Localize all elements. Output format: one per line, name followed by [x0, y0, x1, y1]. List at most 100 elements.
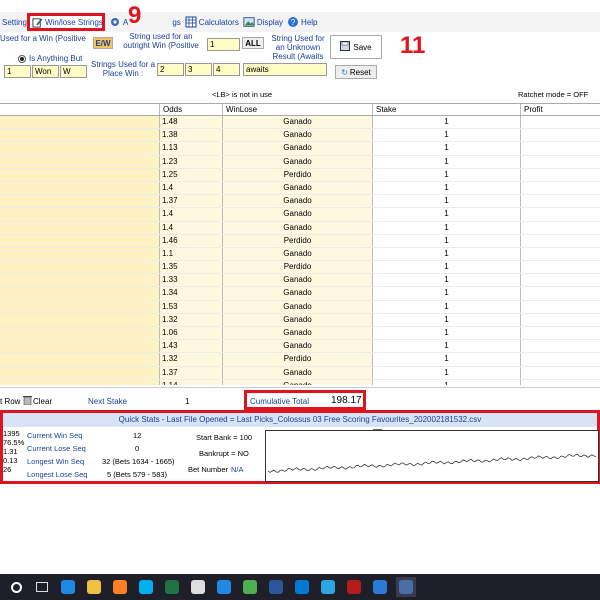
- cell-odds[interactable]: 1.34: [160, 287, 223, 300]
- table-row[interactable]: 1.38 Ganado 1: [0, 129, 600, 143]
- cell-winlose[interactable]: Ganado: [223, 327, 373, 340]
- cell-odds[interactable]: 1.38: [160, 129, 223, 142]
- cell-stake[interactable]: 1: [373, 129, 521, 142]
- table-row[interactable]: 1.53 Ganado 1: [0, 300, 600, 314]
- cell-winlose[interactable]: Ganado: [223, 142, 373, 155]
- cell-profit[interactable]: [521, 129, 600, 142]
- toolbar-display[interactable]: Display: [241, 13, 285, 31]
- cell-odds[interactable]: 1.35: [160, 261, 223, 274]
- table-row[interactable]: 1.37 Ganado 1: [0, 366, 600, 380]
- cell-stake[interactable]: 1: [373, 155, 521, 168]
- toolbar-settings2[interactable]: gs: [170, 13, 182, 31]
- win-field-a[interactable]: 1: [4, 65, 31, 78]
- place-field-3[interactable]: 4: [213, 63, 240, 76]
- cell-selection[interactable]: [0, 340, 160, 353]
- table-row[interactable]: 1.13 Ganado 1: [0, 142, 600, 156]
- cell-selection[interactable]: [0, 366, 160, 379]
- table-row[interactable]: 1.48 Ganado 1: [0, 116, 600, 130]
- outlook-icon[interactable]: [292, 577, 312, 597]
- cell-winlose[interactable]: Ganado: [223, 181, 373, 195]
- cell-odds[interactable]: 1.25: [160, 168, 223, 181]
- cell-selection[interactable]: [0, 181, 160, 195]
- word-icon[interactable]: [266, 577, 286, 597]
- cell-profit[interactable]: [521, 261, 600, 274]
- skype-icon[interactable]: [136, 577, 156, 597]
- win-field-b[interactable]: Won: [32, 65, 59, 78]
- cell-stake[interactable]: 1: [373, 195, 521, 208]
- cell-profit[interactable]: [521, 181, 600, 195]
- cell-selection[interactable]: [0, 142, 160, 155]
- cell-winlose[interactable]: Ganado: [223, 287, 373, 300]
- table-row[interactable]: 1.14Ganado1: [0, 379, 600, 385]
- cell-selection[interactable]: [0, 195, 160, 208]
- cell-profit[interactable]: [521, 247, 600, 261]
- cell-stake[interactable]: 1: [373, 300, 521, 313]
- cell-selection[interactable]: [0, 300, 160, 313]
- cell-winlose[interactable]: Ganado: [223, 300, 373, 313]
- insert-row-button[interactable]: t Row: [0, 397, 20, 406]
- toolbar-gear-item[interactable]: A: [107, 13, 130, 31]
- cell-profit[interactable]: [521, 168, 600, 181]
- excel-icon[interactable]: [162, 577, 182, 597]
- filezilla-icon[interactable]: [344, 577, 364, 597]
- cell-winlose[interactable]: Ganado: [223, 155, 373, 168]
- cell-winlose[interactable]: Ganado: [223, 221, 373, 234]
- cell-selection[interactable]: [0, 234, 160, 247]
- notepad-icon[interactable]: [188, 577, 208, 597]
- table-row[interactable]: 1.32 Ganado 1: [0, 313, 600, 327]
- cell-winlose[interactable]: Perdido: [223, 353, 373, 366]
- vscode-icon[interactable]: [370, 577, 390, 597]
- cell-stake[interactable]: 1: [373, 340, 521, 353]
- header-stake[interactable]: Stake: [373, 104, 521, 115]
- cell-winlose[interactable]: Perdido: [223, 168, 373, 181]
- cell-stake[interactable]: 1: [373, 234, 521, 247]
- cell-odds[interactable]: 1.37: [160, 366, 223, 379]
- table-row[interactable]: 1.25 Perdido 1: [0, 168, 600, 182]
- cell-winlose[interactable]: Perdido: [223, 261, 373, 274]
- table-row[interactable]: 1.43 Ganado 1: [0, 340, 600, 354]
- cell-stake[interactable]: 1: [373, 221, 521, 234]
- cell-selection[interactable]: [0, 353, 160, 366]
- cell-odds[interactable]: 1.53: [160, 300, 223, 313]
- cell-winlose[interactable]: Ganado: [223, 129, 373, 142]
- cell-odds[interactable]: 1.1: [160, 247, 223, 261]
- cell-profit[interactable]: [521, 353, 600, 366]
- place-field-1[interactable]: 2: [157, 63, 184, 76]
- table-row[interactable]: 1.4 Ganado 1: [0, 221, 600, 235]
- cell-selection[interactable]: [0, 116, 160, 129]
- header-profit[interactable]: Profit: [521, 104, 600, 115]
- cell-selection[interactable]: [0, 129, 160, 142]
- file-explorer-icon[interactable]: [84, 577, 104, 597]
- cell-odds[interactable]: 1.4: [160, 208, 223, 221]
- cell-winlose[interactable]: Ganado: [223, 208, 373, 221]
- cell-odds[interactable]: 1.13: [160, 142, 223, 155]
- cell-profit[interactable]: [521, 379, 600, 385]
- cell-winlose[interactable]: Ganado: [223, 274, 373, 287]
- cell-profit[interactable]: [521, 208, 600, 221]
- cell-odds[interactable]: 1.14: [160, 379, 223, 385]
- outright-win-field[interactable]: 1: [207, 38, 240, 51]
- cell-selection[interactable]: [0, 274, 160, 287]
- cell-stake[interactable]: 1: [373, 379, 521, 385]
- toolbar-help[interactable]: ? Help: [285, 13, 319, 31]
- cell-winlose[interactable]: Ganado: [223, 195, 373, 208]
- cell-profit[interactable]: [521, 366, 600, 379]
- ew-button[interactable]: E/W: [93, 37, 113, 49]
- cell-winlose[interactable]: Ganado: [223, 366, 373, 379]
- cell-selection[interactable]: [0, 168, 160, 181]
- cell-winlose[interactable]: Ganado: [223, 247, 373, 261]
- cell-stake[interactable]: 1: [373, 261, 521, 274]
- toolbar-settings[interactable]: Settings: [0, 13, 31, 31]
- cell-profit[interactable]: [521, 287, 600, 300]
- header-odds[interactable]: Odds: [160, 104, 223, 115]
- cell-odds[interactable]: 1.37: [160, 195, 223, 208]
- cell-stake[interactable]: 1: [373, 327, 521, 340]
- toolbar-winlose-strings-button[interactable]: Win/lose Strings: [27, 13, 105, 31]
- cell-selection[interactable]: [0, 247, 160, 261]
- cell-odds[interactable]: 1.4: [160, 221, 223, 234]
- cell-odds[interactable]: 1.23: [160, 155, 223, 168]
- cell-stake[interactable]: 1: [373, 274, 521, 287]
- cell-odds[interactable]: 1.43: [160, 340, 223, 353]
- cell-winlose[interactable]: Ganado: [223, 340, 373, 353]
- cell-winlose[interactable]: Perdido: [223, 234, 373, 247]
